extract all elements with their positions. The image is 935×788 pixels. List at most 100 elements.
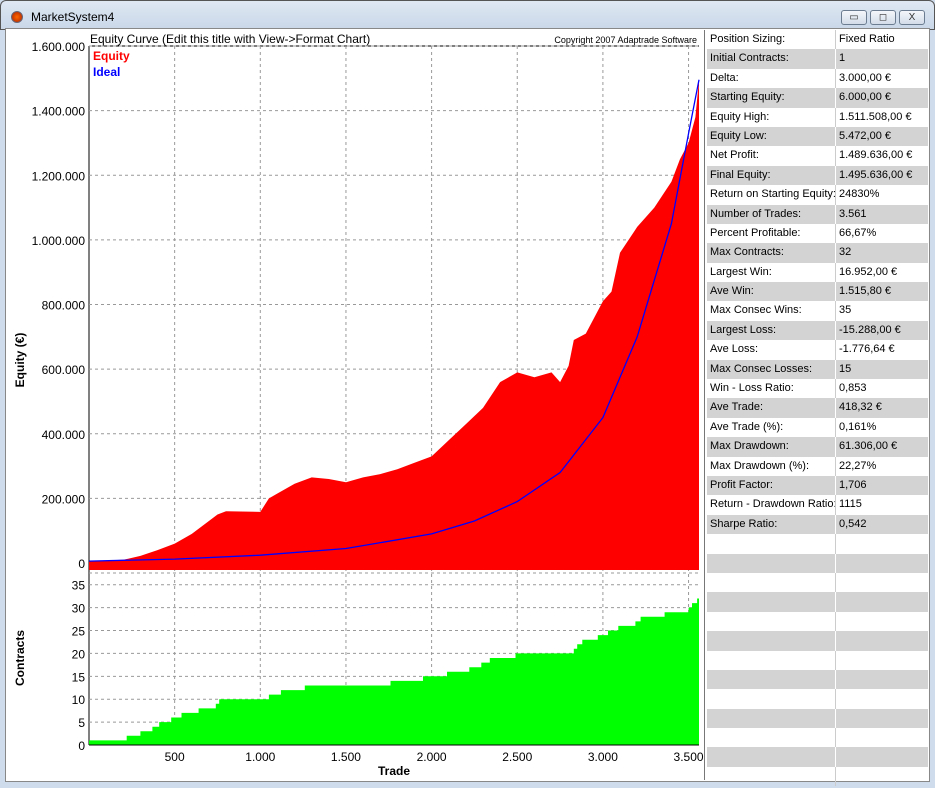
window-title: MarketSystem4 <box>31 10 115 24</box>
stats-row <box>707 708 928 729</box>
stat-value <box>836 767 928 786</box>
stat-label: Return on Starting Equity: <box>707 185 836 205</box>
stat-label <box>707 631 836 651</box>
stat-label <box>707 553 836 573</box>
stat-value <box>836 651 928 670</box>
stat-label <box>707 766 836 787</box>
stat-label: Percent Profitable: <box>707 223 836 244</box>
stat-label <box>707 708 836 729</box>
stats-row: Return on Starting Equity: 24830% <box>707 185 928 205</box>
stats-row: Sharpe Ratio: 0,542 <box>707 514 928 535</box>
stats-row <box>707 572 928 593</box>
stat-label <box>707 689 836 709</box>
stat-value: 418,32 € <box>839 401 882 414</box>
chart-panel[interactable]: Equity Curve (Edit this title with View-… <box>7 30 705 780</box>
y-tick-label: 15 <box>72 670 86 684</box>
y-tick-label: 800.000 <box>42 299 86 313</box>
stat-value: 1115 <box>839 498 862 511</box>
x-tick-label: 500 <box>165 750 185 764</box>
stats-row: Ave Trade: 418,32 € <box>707 398 928 418</box>
equity-area <box>89 79 699 570</box>
stats-row <box>707 650 928 670</box>
stats-row <box>707 747 928 767</box>
stat-value: 6.000,00 € <box>839 91 891 104</box>
stat-value: -1.776,64 € <box>839 343 895 356</box>
stat-label: Number of Trades: <box>707 204 836 224</box>
stats-row: Equity Low: 5.472,00 € <box>707 126 928 147</box>
stat-label <box>707 747 836 767</box>
stats-row: Return - Drawdown Ratio: 1115 <box>707 495 928 515</box>
stat-value: 32 <box>839 246 852 259</box>
stat-label <box>707 611 836 632</box>
stat-value: 35 <box>839 304 852 317</box>
stat-value <box>836 689 928 708</box>
stats-table: Position Sizing: Fixed Ratio Initial Contr… <box>707 30 928 787</box>
stat-label: Profit Factor: <box>707 475 836 496</box>
stat-value: 3.561 <box>839 207 867 220</box>
stat-value: 1.495.636,00 € <box>839 168 913 181</box>
x-tick-label: 3.500 <box>674 750 704 764</box>
stat-label <box>707 592 836 612</box>
stat-label <box>707 728 836 748</box>
stat-value <box>836 728 928 747</box>
stats-row: Max Drawdown: 61.306,00 € <box>707 437 928 457</box>
y-tick-label: 0 <box>78 557 85 571</box>
stats-row: Initial Contracts: 1 <box>707 49 928 69</box>
stat-label <box>707 650 836 670</box>
equity-contracts-chart[interactable]: Equity Curve (Edit this title with View-… <box>7 30 705 780</box>
stat-value: 1.511.508,00 € <box>839 110 912 123</box>
stat-label: Net Profit: <box>707 146 836 166</box>
stat-value: 0,161% <box>839 420 877 433</box>
y-tick-label: 1.600.000 <box>32 40 86 54</box>
stat-value: 1.515,80 € <box>839 285 891 298</box>
stats-row: Ave Win: 1.515,80 € <box>707 282 928 302</box>
stat-value <box>836 631 928 650</box>
x-tick-label: 1.000 <box>245 750 275 764</box>
maximize-button[interactable]: ◻ <box>870 10 896 25</box>
stat-label: Max Consec Losses: <box>707 359 836 380</box>
stat-label <box>707 572 836 593</box>
app-icon <box>11 11 23 23</box>
stats-row: Largest Loss: -15.288,00 € <box>707 320 928 341</box>
minimize-button[interactable]: ▭ <box>841 10 867 25</box>
stat-value: 22,27% <box>839 459 877 472</box>
stats-row: Position Sizing: Fixed Ratio <box>707 30 928 50</box>
stat-value: 15 <box>839 362 852 375</box>
stat-value <box>836 573 928 592</box>
stat-value: -15.288,00 € <box>839 323 901 336</box>
stat-label: Largest Win: <box>707 262 836 283</box>
stat-label: Max Drawdown (%): <box>707 456 836 476</box>
y-tick-label: 0 <box>78 739 85 753</box>
stat-value: 3.000,00 € <box>839 71 891 84</box>
legend-ideal: Ideal <box>93 65 120 79</box>
y-tick-label: 1.400.000 <box>32 105 86 119</box>
stat-value: 1.489.636,00 € <box>839 149 913 162</box>
stats-row: Largest Win: 16.952,00 € <box>707 262 928 283</box>
y-axis-title-contracts: Contracts <box>13 630 27 686</box>
close-button[interactable]: X <box>899 10 925 25</box>
stat-label: Ave Loss: <box>707 340 836 360</box>
stats-row <box>707 592 928 612</box>
stats-row <box>707 669 928 690</box>
stats-row: Max Drawdown (%): 22,27% <box>707 456 928 476</box>
stats-row <box>707 611 928 632</box>
y-axis-title: Equity (€) <box>13 333 27 388</box>
stats-row <box>707 534 928 554</box>
x-tick-label: 2.500 <box>502 750 532 764</box>
stats-row: Profit Factor: 1,706 <box>707 475 928 496</box>
y-tick-label: 1.200.000 <box>32 169 86 183</box>
stat-label: Sharpe Ratio: <box>707 514 836 535</box>
stat-label: Initial Contracts: <box>707 49 836 69</box>
stats-row: Equity High: 1.511.508,00 € <box>707 107 928 127</box>
stat-value: 5.472,00 € <box>839 129 891 142</box>
stat-label: Return - Drawdown Ratio: <box>707 495 836 515</box>
x-tick-label: 1.500 <box>331 750 361 764</box>
stat-value: Fixed Ratio <box>839 33 895 45</box>
stats-row: Ave Trade (%): 0,161% <box>707 417 928 438</box>
stats-row: Final Equity: 1.495.636,00 € <box>707 165 928 186</box>
x-tick-label: 2.000 <box>417 750 447 764</box>
stat-value: 16.952,00 € <box>839 265 898 278</box>
stat-value: 0,853 <box>839 382 867 395</box>
stat-value: 24830% <box>839 188 880 201</box>
stat-label: Equity High: <box>707 107 836 127</box>
